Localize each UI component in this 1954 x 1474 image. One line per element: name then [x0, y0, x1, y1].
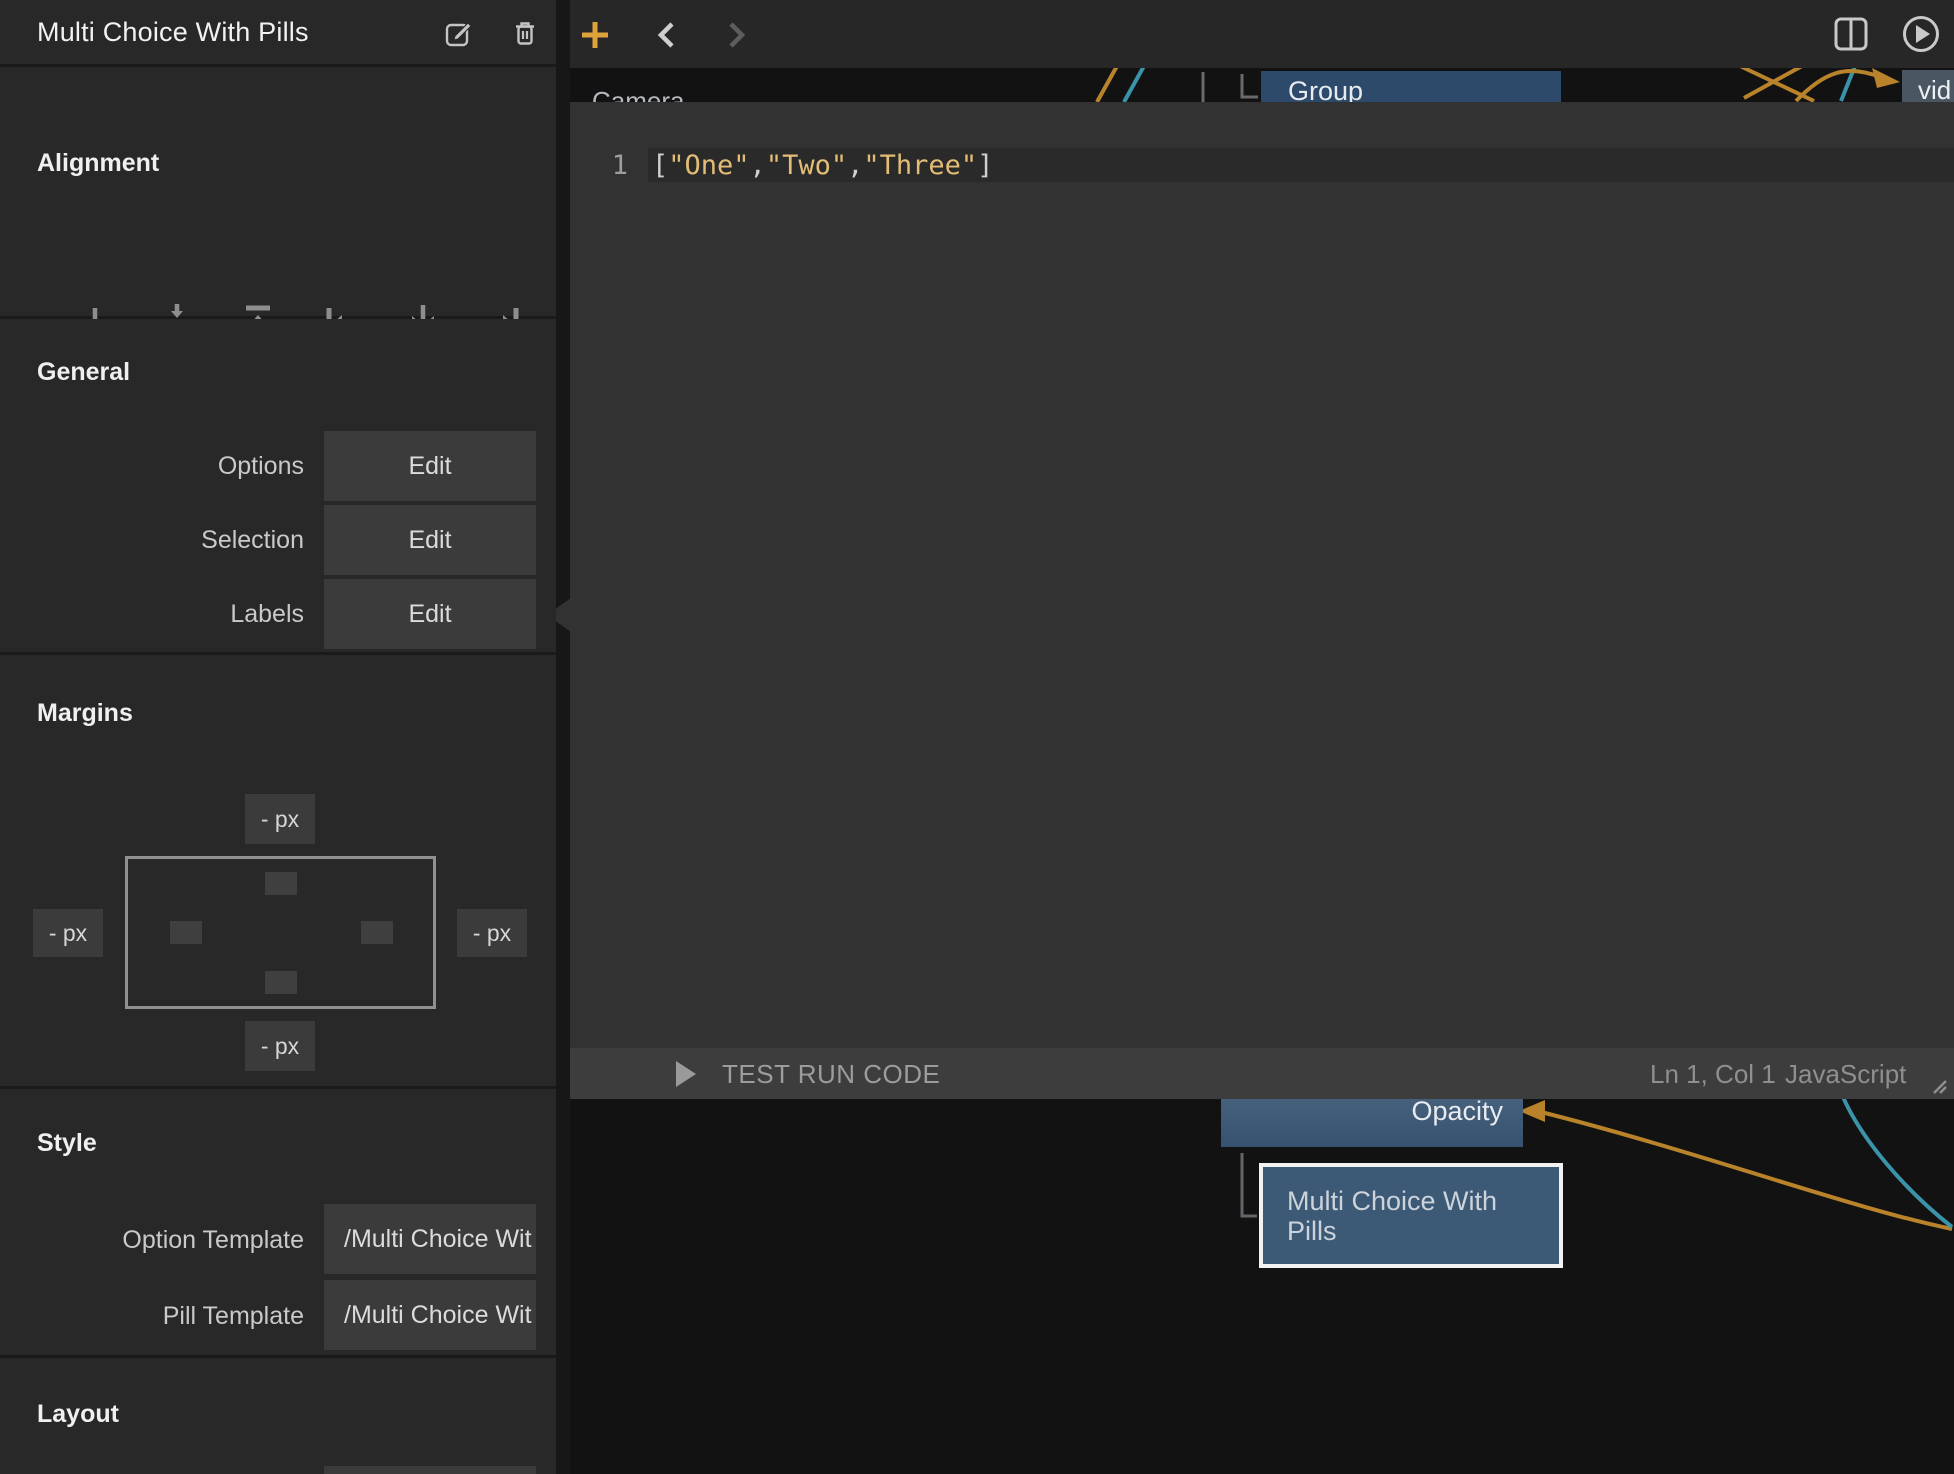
labels-edit-button[interactable]: Edit	[324, 579, 536, 649]
panel-divider	[556, 0, 570, 1474]
wire-orange-left	[1097, 66, 1117, 102]
row-label-labels: Labels	[0, 600, 304, 629]
selected-patch-title: Multi Choice With Pills	[37, 17, 309, 48]
language-indicator[interactable]: JavaScript	[1785, 1059, 1906, 1090]
code-token: ]	[977, 150, 993, 181]
margin-bottom-input[interactable]: - px	[245, 1021, 315, 1071]
wire-teal-left	[1124, 66, 1144, 102]
margin-left-input[interactable]: - px	[33, 909, 103, 957]
node-label-line1: Multi Choice With	[1287, 1186, 1559, 1216]
section-heading: General	[37, 358, 130, 387]
margin-handle-left	[170, 921, 202, 944]
node-multi-choice-with-pills[interactable]: Multi Choice With Pills	[1259, 1163, 1563, 1268]
code-token: ,	[847, 150, 863, 181]
delete-icon[interactable]	[511, 19, 539, 47]
wire-teal-bottom	[1843, 1097, 1952, 1227]
run-code-icon[interactable]	[676, 1061, 696, 1087]
layout-partial-button[interactable]	[324, 1466, 536, 1474]
margins-diagram	[125, 856, 436, 1009]
inspector-header: Multi Choice With Pills	[0, 0, 556, 67]
section-alignment: Alignment	[0, 67, 556, 319]
section-layout: Layout	[0, 1358, 556, 1474]
section-heading: Margins	[37, 699, 133, 728]
line-number: 1	[570, 150, 628, 181]
run-prototype-icon[interactable]	[1901, 14, 1941, 54]
cursor-position: Ln 1, Col 1	[1650, 1059, 1776, 1090]
margin-right-input[interactable]: - px	[457, 909, 527, 957]
code-token: "Three"	[863, 150, 977, 181]
options-edit-button[interactable]: Edit	[324, 431, 536, 501]
elbow-multi-choice	[1242, 1153, 1257, 1216]
arrowhead-vid	[1872, 68, 1900, 88]
resize-grip-icon[interactable]	[1932, 1080, 1948, 1094]
margin-handle-bottom	[265, 971, 297, 994]
margin-top-input[interactable]: - px	[245, 794, 315, 844]
inspector-sidebar: Multi Choice With Pills Alignment	[0, 0, 556, 1474]
back-icon[interactable]	[655, 22, 679, 48]
code-token: "Two"	[766, 150, 847, 181]
section-heading: Layout	[37, 1400, 119, 1429]
elbow-group	[1242, 74, 1258, 97]
row-label-options: Options	[0, 452, 304, 481]
section-margins: Margins - px - px - px - px	[0, 655, 556, 1089]
row-label-pill-template: Pill Template	[0, 1302, 304, 1331]
option-template-value[interactable]: /Multi Choice Wit	[324, 1204, 536, 1274]
graph-toolbar	[570, 0, 1954, 68]
code-editor-panel[interactable]	[570, 102, 1954, 1048]
code-token: [	[652, 150, 668, 181]
margin-handle-right	[361, 921, 393, 944]
section-heading: Alignment	[37, 149, 159, 178]
row-label-selection: Selection	[0, 526, 304, 555]
row-label-option-template: Option Template	[0, 1226, 304, 1255]
pill-template-value[interactable]: /Multi Choice Wit	[324, 1280, 536, 1350]
edit-icon[interactable]	[445, 19, 473, 47]
app-window: Camera Group vid Opacity Multi Choice Wi…	[0, 0, 1954, 1474]
code-token: "One"	[668, 150, 749, 181]
code-token: ,	[750, 150, 766, 181]
forward-icon[interactable]	[724, 22, 748, 48]
section-style: Style Option Template /Multi Choice Wit …	[0, 1089, 556, 1358]
split-view-icon[interactable]	[1833, 16, 1869, 52]
selection-edit-button[interactable]: Edit	[324, 505, 536, 575]
section-general: General Options Edit Selection Edit Labe…	[0, 319, 556, 655]
margin-handle-top	[265, 872, 297, 895]
section-heading: Style	[37, 1129, 97, 1158]
add-patch-icon[interactable]	[581, 21, 609, 49]
code-line[interactable]: ["One","Two","Three"]	[652, 150, 993, 181]
test-run-code-button[interactable]: TEST RUN CODE	[722, 1059, 940, 1090]
node-label-line2: Pills	[1287, 1216, 1559, 1246]
editor-status-bar: TEST RUN CODE Ln 1, Col 1 JavaScript	[570, 1048, 1954, 1099]
